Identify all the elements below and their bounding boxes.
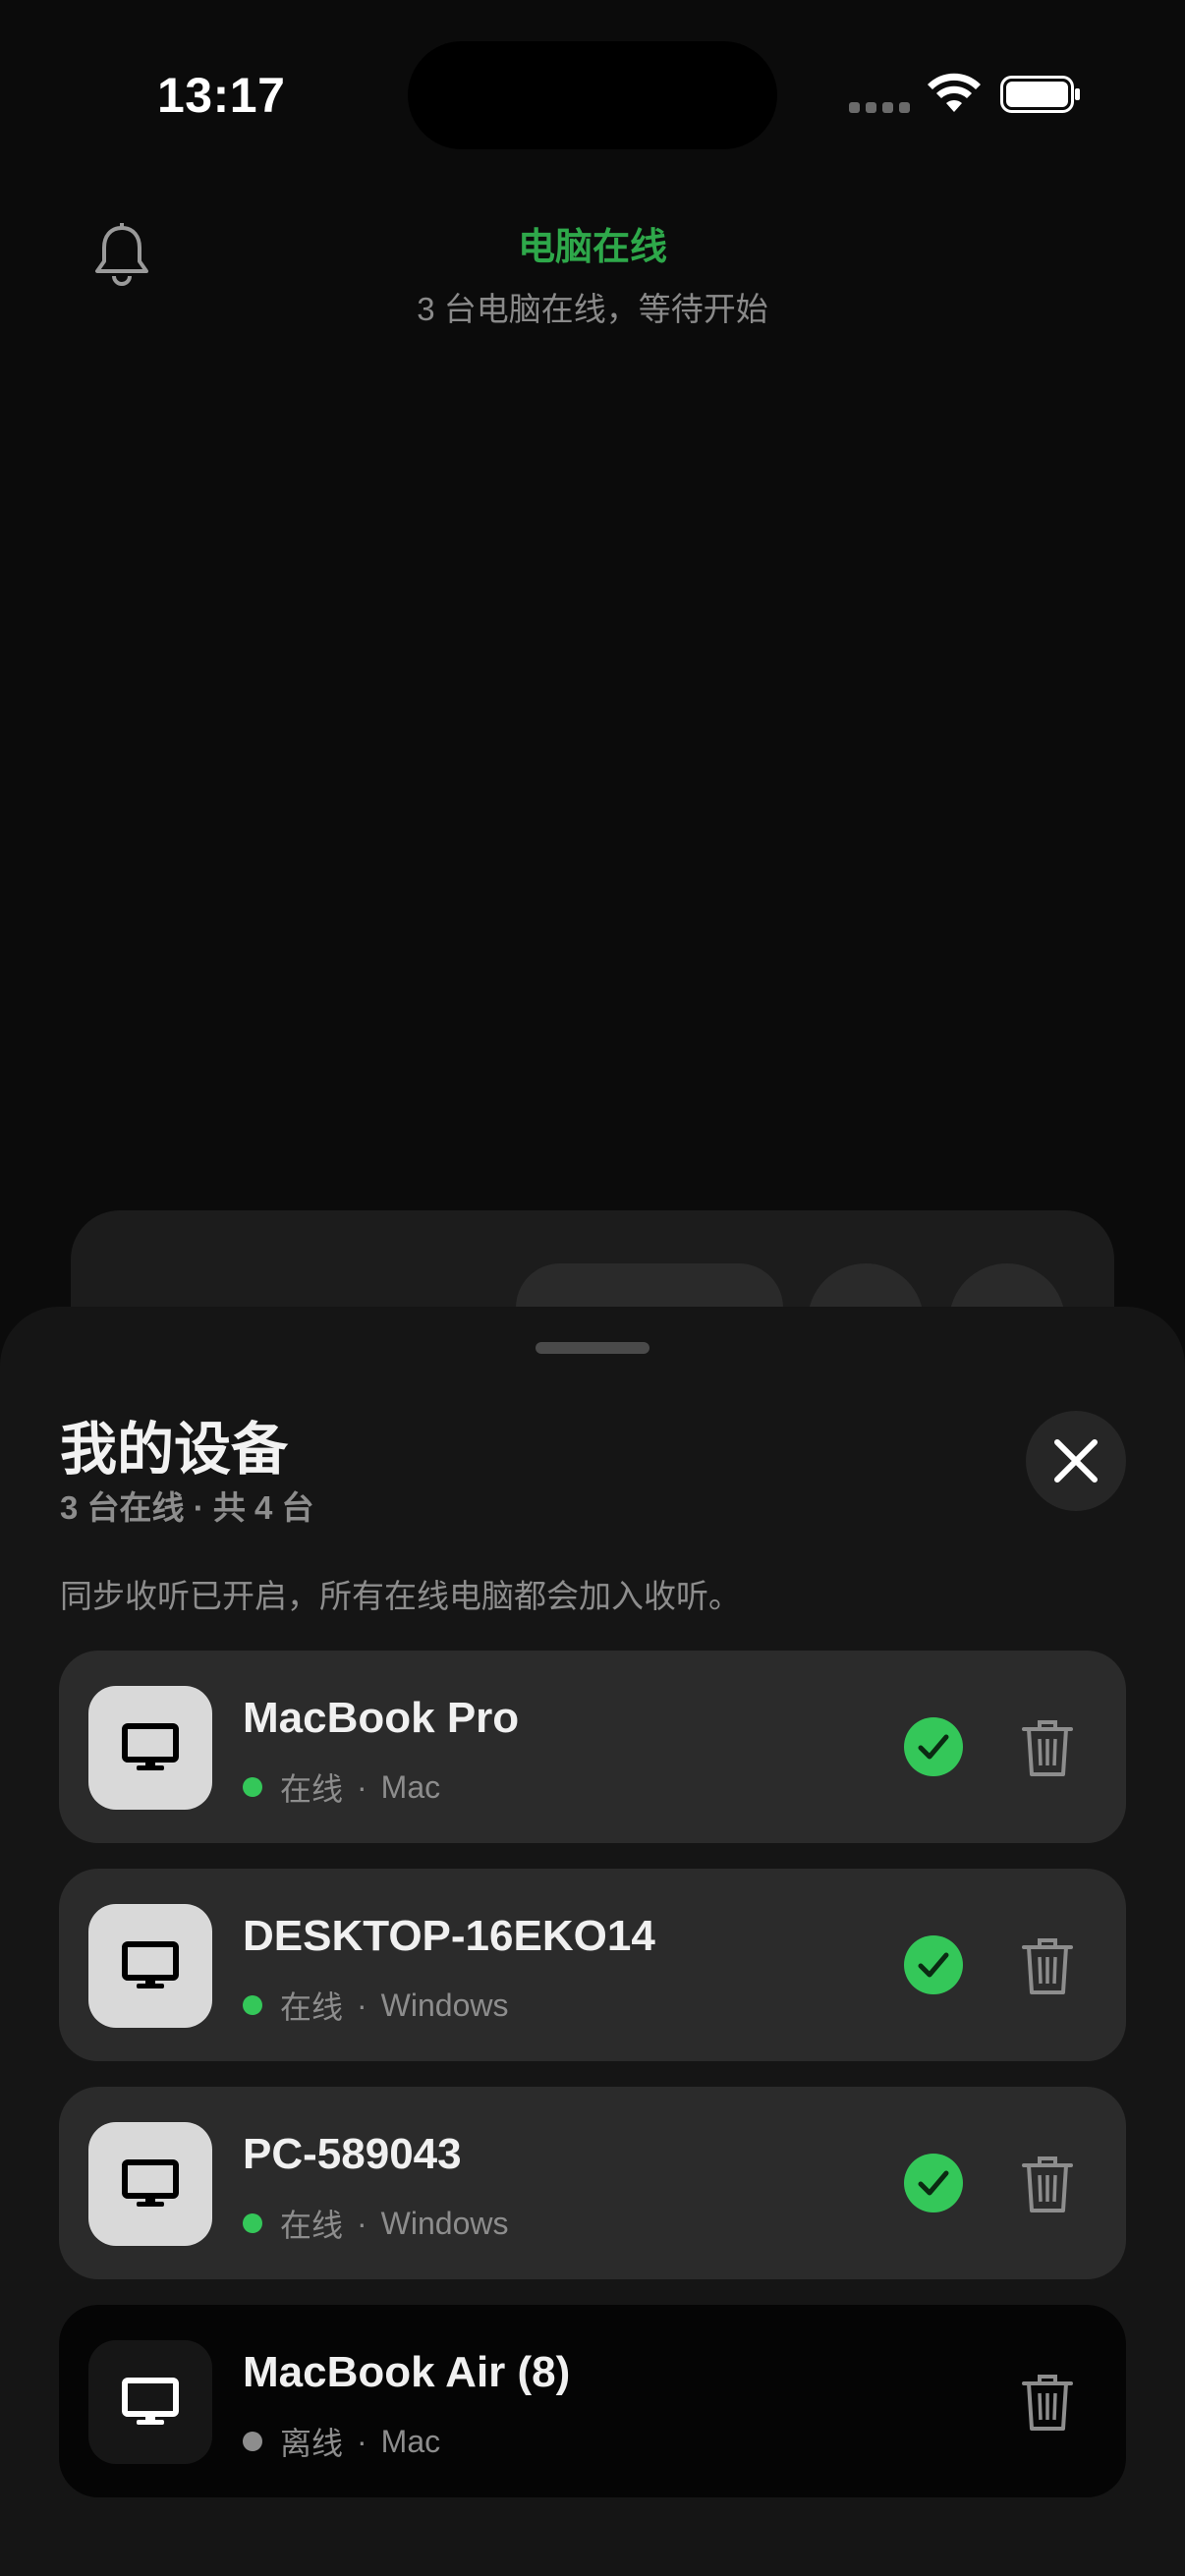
- device-platform: Mac: [380, 1768, 441, 1805]
- device-name: MacBook Pro: [243, 1694, 520, 1742]
- device-summary: 3 台在线 · 共 4 台: [60, 1489, 314, 1526]
- connection-subtitle: 3 台电脑在线，等待开始: [417, 291, 768, 327]
- device-platform: Mac: [380, 2423, 441, 2459]
- screen: 13:17 电脑在线 3 台电脑在线，等待开始 我的设备 3 台在线 · 共 4…: [0, 0, 1185, 2576]
- device-status-text: 在线: [280, 1771, 344, 1807]
- wifi-icon: [928, 73, 981, 112]
- monitor-icon: [88, 1686, 212, 1810]
- device-name: MacBook Air (8): [243, 2348, 571, 2396]
- selected-check-icon[interactable]: [904, 1717, 963, 1776]
- sheet-grabber[interactable]: [536, 1342, 649, 1354]
- device-platform: Windows: [380, 2205, 509, 2241]
- device-status-text: 在线: [280, 2208, 344, 2243]
- separator: ·: [357, 2423, 367, 2459]
- device-name: DESKTOP-16EKO14: [243, 1912, 655, 1960]
- monitor-icon: [88, 1904, 212, 2028]
- selected-check-icon[interactable]: [904, 2154, 963, 2212]
- dynamic-island: [408, 41, 777, 149]
- separator: ·: [357, 2205, 367, 2241]
- separator: ·: [357, 1768, 367, 1805]
- cellular-signal-icon: [849, 102, 910, 113]
- online-dot-icon: [243, 2213, 262, 2233]
- device-status: 离线 · Mac: [243, 2419, 440, 2464]
- close-button[interactable]: [1026, 1411, 1126, 1511]
- device-status-text: 离线: [280, 2426, 344, 2461]
- device-row[interactable]: DESKTOP-16EKO14 在线 · Windows: [59, 1869, 1126, 2061]
- device-status: 在线 · Windows: [243, 1983, 508, 2028]
- trash-icon[interactable]: [1020, 1717, 1075, 1778]
- device-name: PC-589043: [243, 2130, 462, 2178]
- connection-title: 电脑在线: [517, 227, 667, 268]
- device-row[interactable]: PC-589043 在线 · Windows: [59, 2087, 1126, 2279]
- trash-icon[interactable]: [1020, 1935, 1075, 1996]
- status-time: 13:17: [157, 68, 286, 123]
- device-status: 在线 · Mac: [243, 1764, 440, 1810]
- battery-icon: [1000, 76, 1080, 113]
- selected-check-icon[interactable]: [904, 1935, 963, 1994]
- device-status: 在线 · Windows: [243, 2201, 508, 2246]
- monitor-icon: [88, 2122, 212, 2246]
- online-dot-icon: [243, 1995, 262, 2015]
- device-row[interactable]: MacBook Air (8) 离线 · Mac: [59, 2305, 1126, 2497]
- sheet-title: 我的设备: [60, 1418, 289, 1482]
- device-row[interactable]: MacBook Pro 在线 · Mac: [59, 1651, 1126, 1843]
- offline-dot-icon: [243, 2432, 262, 2451]
- devices-sheet: 我的设备 3 台在线 · 共 4 台 同步收听已开启，所有在线电脑都会加入收听。…: [0, 1307, 1185, 2576]
- device-platform: Windows: [380, 1987, 509, 2023]
- trash-icon[interactable]: [1020, 2372, 1075, 2433]
- online-dot-icon: [243, 1777, 262, 1797]
- sync-note: 同步收听已开启，所有在线电脑都会加入收听。: [60, 1578, 741, 1614]
- device-status-text: 在线: [280, 1989, 344, 2025]
- monitor-icon: [88, 2340, 212, 2464]
- close-icon: [1054, 1439, 1098, 1483]
- separator: ·: [357, 1987, 367, 2023]
- trash-icon[interactable]: [1020, 2154, 1075, 2214]
